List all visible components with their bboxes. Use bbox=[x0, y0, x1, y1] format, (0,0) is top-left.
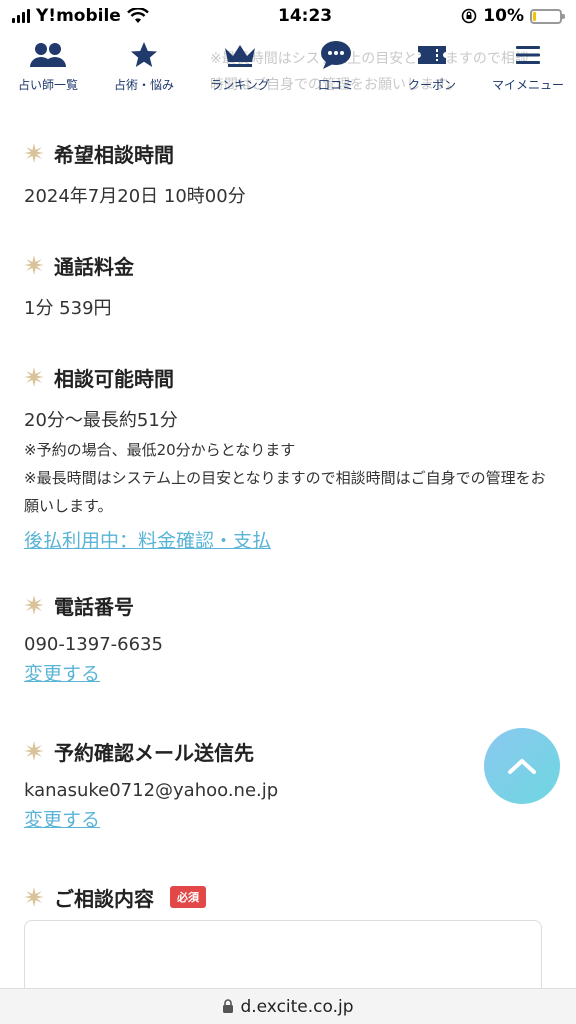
maximum-time-note: ※最長時間はシステム上の目安となりますので相談時間はご自身での管理をお願いします… bbox=[24, 469, 546, 515]
heading-text: 相談可能時間 bbox=[54, 366, 174, 391]
star-icon bbox=[131, 41, 157, 67]
nav-label: クーポン bbox=[407, 77, 456, 92]
available-time-value: 20分〜最長約51分 bbox=[24, 410, 178, 431]
sparkle-icon bbox=[24, 887, 44, 907]
email-value: kanasuke0712@yahoo.ne.jp bbox=[24, 780, 279, 801]
minimum-time-note: ※予約の場合、最低20分からとなります bbox=[24, 441, 296, 459]
nav-item-fortune-tellers[interactable]: 占い師一覧 bbox=[0, 32, 96, 100]
signal-icon bbox=[12, 9, 30, 23]
browser-url-bar[interactable]: d.excite.co.jp bbox=[0, 988, 576, 1024]
sparkle-icon bbox=[24, 595, 44, 615]
section-phone: 電話番号 090-1397-6635 変更する bbox=[24, 590, 552, 686]
heading-text: ご相談内容 bbox=[54, 886, 154, 911]
nav-label: マイメニュー bbox=[491, 77, 564, 92]
heading-text: 通話料金 bbox=[54, 254, 134, 279]
section-heading: 予約確認メール送信先 bbox=[24, 736, 552, 766]
nav-item-divination[interactable]: 占術・悩み bbox=[96, 32, 192, 100]
section-desired-time: 希望相談時間 2024年7月20日 10時00分 bbox=[24, 138, 552, 208]
scroll-to-top-button[interactable] bbox=[484, 728, 560, 804]
phone-value: 090-1397-6635 bbox=[24, 634, 163, 655]
nav-item-my-menu[interactable]: マイメニュー bbox=[480, 32, 576, 100]
section-available-time: 相談可能時間 20分〜最長約51分 ※予約の場合、最低20分からとなります ※最… bbox=[24, 362, 552, 553]
ticket-icon bbox=[418, 45, 446, 64]
section-heading: 相談可能時間 bbox=[24, 362, 552, 392]
battery-icon bbox=[529, 8, 565, 24]
nav-item-ranking[interactable]: ランキング bbox=[192, 32, 288, 100]
heading-text: 希望相談時間 bbox=[54, 142, 174, 167]
sparkle-icon bbox=[24, 367, 44, 387]
section-consult: ご相談内容 必須 bbox=[24, 882, 552, 912]
status-right: 10% bbox=[461, 6, 565, 26]
hamburger-icon bbox=[516, 45, 540, 64]
wifi-icon bbox=[126, 8, 149, 23]
heading-text: 電話番号 bbox=[54, 594, 134, 619]
nav-item-coupon[interactable]: クーポン bbox=[384, 32, 480, 100]
section-heading: 希望相談時間 bbox=[24, 138, 552, 168]
nav-label: 口コミ bbox=[317, 77, 354, 92]
battery-percent: 10% bbox=[483, 6, 524, 26]
chat-bubble-icon bbox=[321, 40, 351, 69]
sparkle-icon bbox=[24, 741, 44, 761]
section-heading: 電話番号 bbox=[24, 590, 552, 620]
sparkle-icon bbox=[24, 143, 44, 163]
section-call-fee: 通話料金 1分 539円 bbox=[24, 250, 552, 320]
call-fee-value: 1分 539円 bbox=[24, 298, 112, 319]
top-nav: ※最長時間はシステム上の目安となりますので相談 時間はご自身での管理をお願いしま… bbox=[0, 32, 576, 100]
status-bar: Y!mobile 14:23 10% bbox=[0, 0, 576, 32]
nav-label: 占術・悩み bbox=[113, 77, 174, 92]
orientation-lock-icon bbox=[461, 8, 477, 24]
crown-icon bbox=[225, 44, 255, 67]
postpay-link[interactable]: 後払利用中：料金確認・支払 bbox=[24, 526, 271, 553]
status-time: 14:23 bbox=[277, 6, 333, 26]
users-icon bbox=[30, 42, 66, 67]
carrier-name: Y!mobile bbox=[36, 6, 121, 26]
heading-text: 予約確認メール送信先 bbox=[54, 740, 254, 765]
required-badge: 必須 bbox=[170, 886, 206, 908]
change-phone-link[interactable]: 変更する bbox=[24, 659, 100, 686]
nav-label: ランキング bbox=[210, 77, 270, 92]
change-email-link[interactable]: 変更する bbox=[24, 805, 100, 832]
section-email: 予約確認メール送信先 kanasuke0712@yahoo.ne.jp 変更する bbox=[24, 736, 552, 832]
section-heading: ご相談内容 必須 bbox=[24, 882, 552, 912]
section-heading: 通話料金 bbox=[24, 250, 552, 280]
chevron-up-icon bbox=[508, 759, 536, 774]
status-left: Y!mobile bbox=[12, 6, 149, 26]
nav-label: 占い師一覧 bbox=[17, 77, 78, 92]
desired-time-value: 2024年7月20日 10時00分 bbox=[24, 186, 246, 207]
lock-icon bbox=[223, 999, 234, 1013]
url-domain: d.excite.co.jp bbox=[240, 996, 354, 1017]
sparkle-icon bbox=[24, 255, 44, 275]
nav-item-reviews[interactable]: 口コミ bbox=[288, 32, 384, 100]
